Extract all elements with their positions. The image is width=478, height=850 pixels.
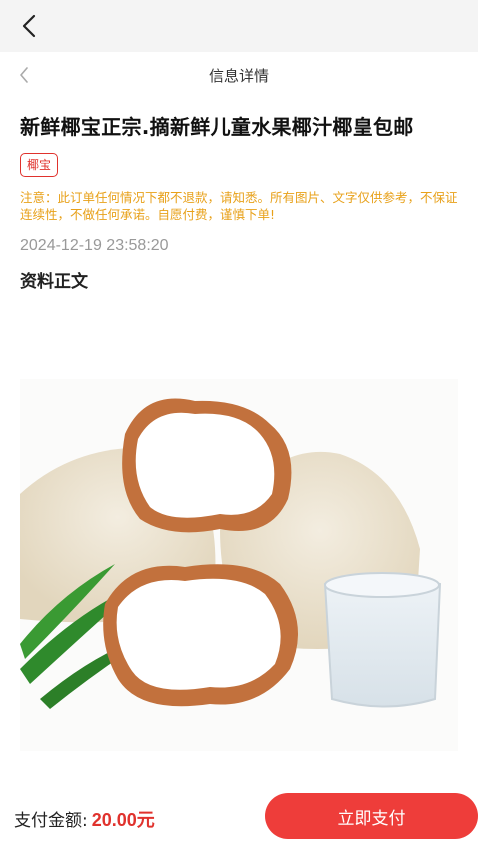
page-title: 信息详情 [208, 67, 269, 85]
product-title: 新鲜椰宝正宗.摘新鲜儿童水果椰汁椰皇包邮 [20, 115, 414, 139]
section-title: 资料正文 [20, 272, 88, 292]
back-button[interactable] [16, 13, 42, 39]
status-top-bar [0, 0, 478, 52]
post-date: 2024-12-19 23:58:20 [20, 237, 169, 254]
product-detail: 新鲜椰宝正宗.摘新鲜儿童水果椰汁椰皇包邮 椰宝 注意：此订单任何情况下都不退款，… [20, 112, 460, 292]
notice-text: 注意：此订单任何情况下都不退款，请知悉。所有图片、文字仅供参考，不保证连续性，不… [20, 190, 458, 222]
bottom-bar: 支付金额: 20.00元 立即支付 [0, 782, 478, 850]
category-tag: 椰宝 [20, 153, 59, 177]
price-row: 支付金额: 20.00元 [14, 806, 155, 832]
price-label: 支付金额: [14, 811, 88, 831]
product-image [20, 379, 458, 751]
chevron-left-icon [22, 14, 36, 38]
nav-bar: 信息详情 [0, 52, 478, 98]
price-value: 20.00元 [91, 810, 155, 830]
coconut-image-art [20, 379, 458, 751]
pay-now-button[interactable]: 立即支付 [265, 793, 478, 839]
